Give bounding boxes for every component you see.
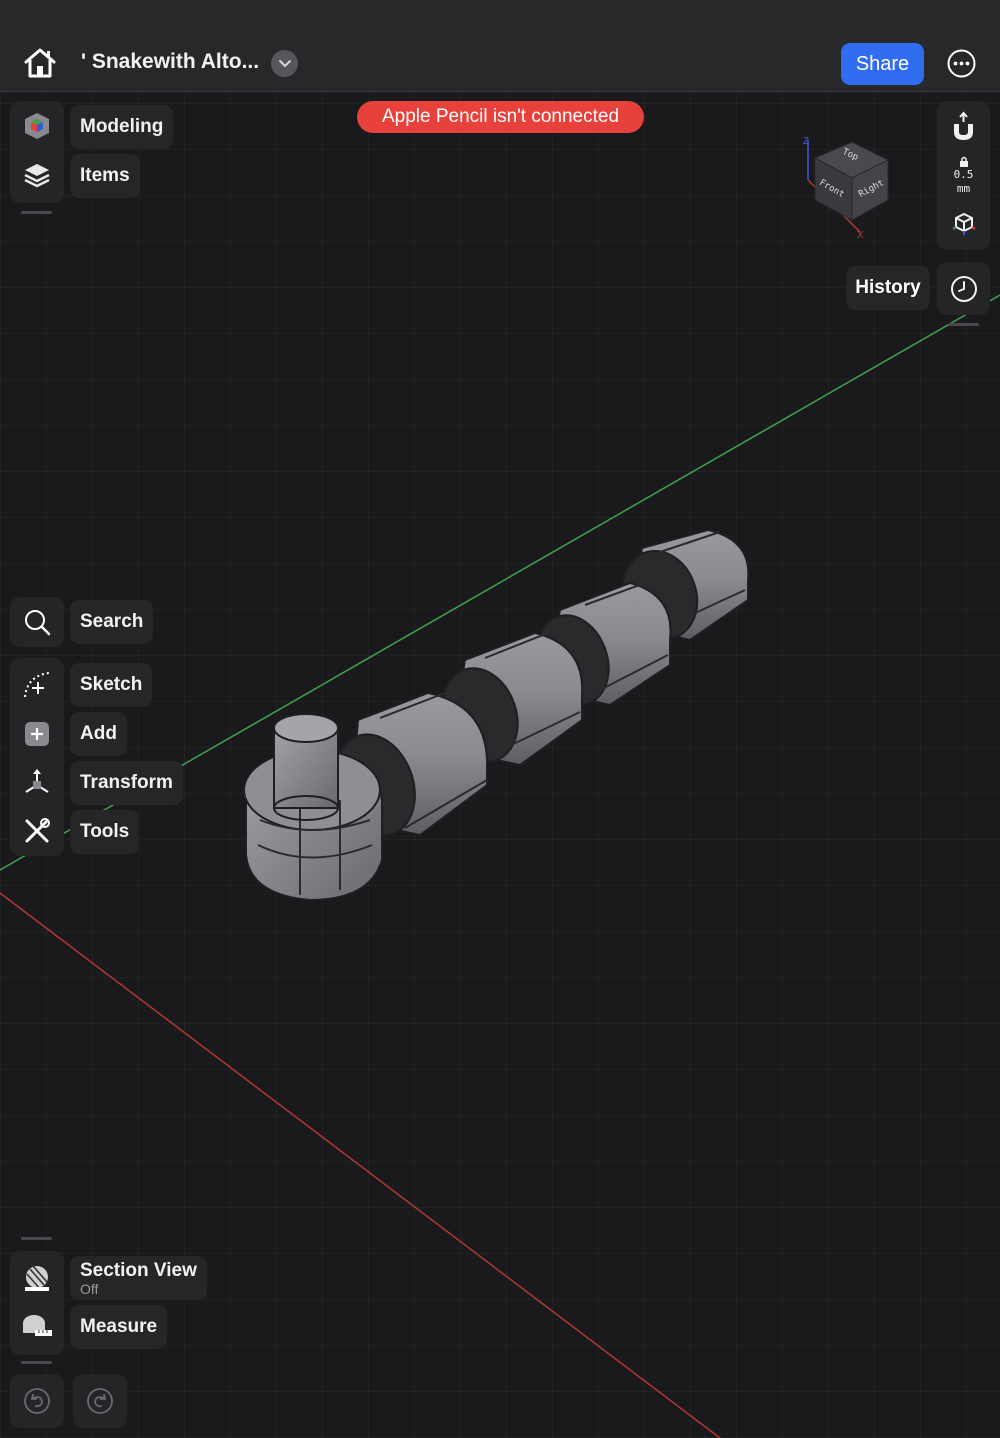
orientation-button[interactable]: [951, 210, 977, 236]
wrench-screwdriver-icon: [25, 818, 50, 843]
transform-icon: [25, 769, 49, 793]
rail-divider: [21, 1361, 52, 1364]
chevron-down-icon: [278, 59, 291, 67]
transform-button[interactable]: [10, 759, 64, 805]
document-title[interactable]: ' Snakewith Alto...: [81, 50, 259, 74]
tools-label[interactable]: Tools: [70, 810, 140, 854]
transform-label[interactable]: Transform: [70, 761, 183, 805]
modeling-label[interactable]: Modeling: [70, 105, 174, 149]
lock-icon: [959, 156, 968, 167]
more-options-button[interactable]: [946, 48, 977, 79]
section-view-title: Section View: [80, 1260, 197, 1281]
rail-divider: [948, 323, 979, 326]
items-label[interactable]: Items: [70, 154, 140, 198]
tape-measure-icon: [23, 1315, 52, 1336]
section-view-label[interactable]: Section View Off: [70, 1256, 207, 1300]
redo-icon: [87, 1388, 113, 1414]
search-icon: [25, 610, 51, 636]
home-button[interactable]: [22, 45, 58, 81]
modeling-button[interactable]: [10, 103, 64, 149]
rail-divider: [21, 1237, 52, 1240]
z-axis-label: Z: [803, 136, 810, 147]
rail-divider: [21, 211, 52, 214]
snap-increment[interactable]: 0.5 mm: [940, 156, 987, 196]
snap-unit: mm: [956, 182, 971, 195]
redo-button[interactable]: [73, 1374, 127, 1428]
sketch-button[interactable]: [10, 662, 64, 708]
title-menu-button[interactable]: [271, 50, 298, 77]
history-label[interactable]: History: [846, 266, 930, 310]
x-axis-line: [0, 892, 721, 1438]
add-square-icon: [25, 722, 49, 746]
ellipsis-circle-icon: [947, 49, 976, 78]
search-button[interactable]: [10, 599, 64, 645]
layers-icon: [24, 164, 50, 188]
section-view-state: Off: [80, 1281, 99, 1297]
axis-cube-icon: [952, 212, 976, 235]
home-icon: [24, 48, 56, 78]
share-button[interactable]: Share: [841, 43, 924, 85]
snap-magnet-button[interactable]: [946, 110, 981, 145]
pencil-status-banner: Apple Pencil isn't connected: [357, 101, 644, 133]
clock-icon: [950, 275, 977, 302]
sketch-icon: [24, 672, 50, 698]
measure-label[interactable]: Measure: [70, 1305, 168, 1349]
undo-icon: [24, 1388, 50, 1414]
add-button[interactable]: [10, 711, 64, 757]
search-label[interactable]: Search: [70, 600, 154, 644]
color-cube-icon: [25, 113, 49, 139]
snap-value: 0.5: [953, 168, 974, 181]
magnet-icon: [954, 111, 973, 140]
section-view-icon: [25, 1265, 49, 1291]
history-button[interactable]: [937, 262, 990, 315]
items-button[interactable]: [10, 152, 64, 198]
add-label[interactable]: Add: [70, 712, 127, 756]
undo-button[interactable]: [10, 1374, 64, 1428]
x-axis-label: X: [857, 230, 864, 241]
top-bar: ' Snakewith Alto... Share: [0, 0, 1000, 92]
section-view-button[interactable]: [10, 1255, 64, 1301]
measure-button[interactable]: [10, 1303, 64, 1349]
tools-button[interactable]: [10, 808, 64, 854]
sketch-label[interactable]: Sketch: [70, 663, 153, 707]
